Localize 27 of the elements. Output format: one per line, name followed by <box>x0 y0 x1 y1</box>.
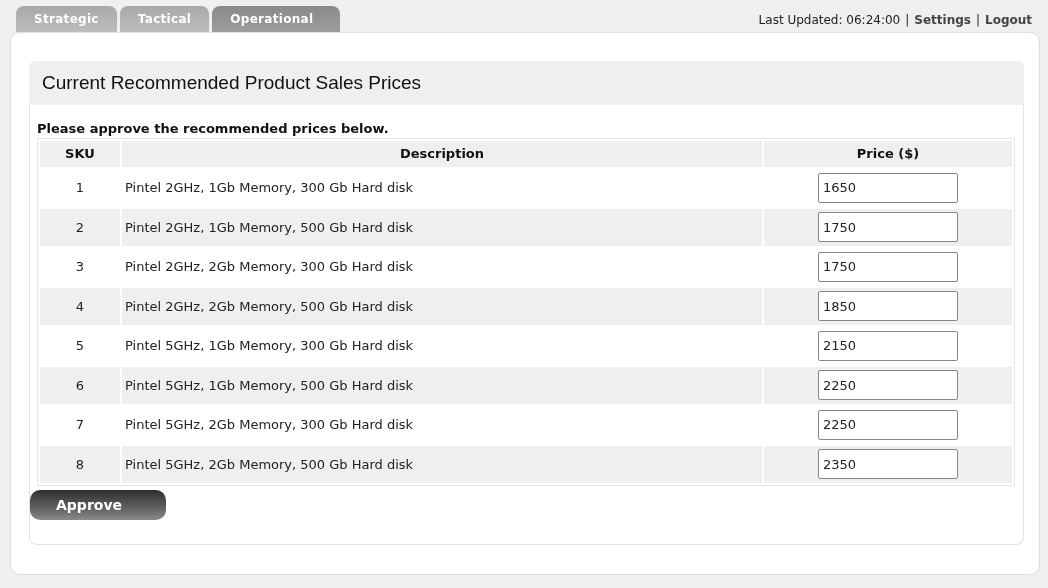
description-cell: Pintel 2GHz, 2Gb Memory, 500 Gb Hard disk <box>122 287 762 325</box>
separator: | <box>905 13 910 27</box>
sku-cell: 6 <box>40 366 120 404</box>
settings-link[interactable]: Settings <box>914 13 971 27</box>
price-input[interactable]: 2150 <box>818 330 958 361</box>
column-header: Price ($) <box>764 141 1012 167</box>
price-input[interactable]: 1750 <box>818 212 958 243</box>
column-header: Description <box>122 141 762 167</box>
approve-button[interactable]: Approve <box>30 490 166 520</box>
price-input[interactable]: 1650 <box>818 172 958 203</box>
sku-cell: 2 <box>40 208 120 246</box>
separator: | <box>975 13 980 27</box>
description-cell: Pintel 2GHz, 1Gb Memory, 500 Gb Hard disk <box>122 208 762 246</box>
sku-cell: 4 <box>40 287 120 325</box>
sku-cell: 8 <box>40 445 120 483</box>
price-input[interactable]: 1850 <box>818 291 958 322</box>
description-cell: Pintel 5GHz, 1Gb Memory, 500 Gb Hard disk <box>122 366 762 404</box>
price-input[interactable]: 2350 <box>818 449 958 480</box>
page-title: Current Recommended Product Sales Prices <box>29 61 1024 105</box>
price-input[interactable]: 2250 <box>818 409 958 440</box>
price-input[interactable]: 2250 <box>818 370 958 401</box>
last-updated-text: Last Updated: 06:24:00 <box>758 13 901 27</box>
instruction-text: Please approve the recommended prices below. <box>37 121 390 136</box>
price-input[interactable]: 1750 <box>818 251 958 282</box>
description-cell: Pintel 5GHz, 2Gb Memory, 500 Gb Hard disk <box>122 445 762 483</box>
logout-link[interactable]: Logout <box>985 13 1032 27</box>
column-header: SKU <box>40 141 120 167</box>
